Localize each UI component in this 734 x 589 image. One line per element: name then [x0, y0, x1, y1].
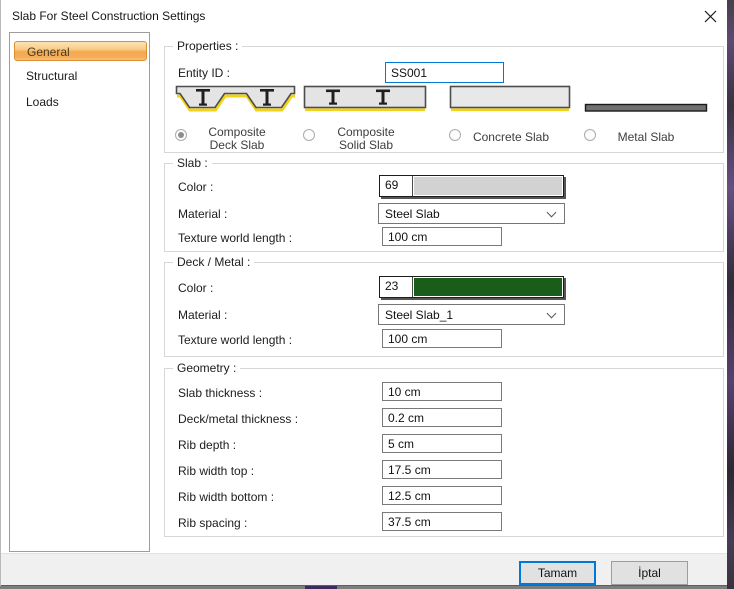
deck-color-swatch — [414, 278, 562, 296]
close-icon — [704, 10, 716, 22]
chevron-down-icon — [546, 308, 557, 319]
slab-texture-label: Texture world length : — [178, 231, 293, 245]
sidebar-item-general[interactable]: General — [14, 41, 147, 61]
rib-width-bottom-label: Rib width bottom : — [178, 490, 275, 504]
deck-color-picker[interactable]: 23 — [379, 276, 564, 298]
radio-label-composite-solid: Composite Solid Slab — [337, 125, 395, 152]
slab-group: Slab : Color : 69 Material : Steel Slab … — [164, 156, 724, 252]
entity-id-input[interactable] — [385, 62, 504, 83]
rib-width-top-label: Rib width top : — [178, 464, 255, 478]
slab-type-option-concrete[interactable]: Concrete Slab — [449, 85, 573, 175]
entity-id-label: Entity ID : — [178, 66, 231, 80]
geometry-group: Geometry : Slab thickness : Deck/metal t… — [164, 361, 724, 537]
deck-color-label: Color : — [178, 281, 214, 295]
metal-slab-image — [584, 103, 708, 112]
slab-settings-dialog: Slab For Steel Construction Settings Gen… — [0, 0, 728, 586]
deck-metal-group: Deck / Metal : Color : 23 Material : Ste… — [164, 255, 724, 357]
deck-material-label: Material : — [178, 308, 228, 322]
footer-bar: Tamam İptal — [1, 553, 728, 585]
slab-color-picker[interactable]: 69 — [379, 175, 564, 197]
geometry-group-legend: Geometry : — [173, 361, 241, 375]
rib-depth-label: Rib depth : — [178, 438, 237, 452]
rib-width-bottom-input[interactable] — [382, 486, 502, 505]
chevron-down-icon — [546, 207, 557, 218]
slab-thickness-label: Slab thickness : — [178, 386, 263, 400]
sidebar: General Structural Loads — [9, 32, 150, 552]
rib-width-top-input[interactable] — [382, 460, 502, 479]
radio-label-composite-deck: Composite Deck Slab — [208, 125, 266, 152]
slab-material-label: Material : — [178, 207, 228, 221]
deck-material-value: Steel Slab_1 — [385, 307, 454, 322]
slab-type-option-metal[interactable]: Metal Slab — [584, 85, 708, 175]
sidebar-item-loads[interactable]: Loads — [14, 92, 147, 112]
slab-material-value: Steel Slab — [385, 206, 440, 221]
properties-group-legend: Properties : — [173, 39, 243, 53]
sidebar-item-structural[interactable]: Structural — [14, 66, 147, 86]
slab-texture-input[interactable] — [382, 227, 502, 246]
close-button[interactable] — [701, 7, 719, 25]
deck-metal-group-legend: Deck / Metal : — [173, 255, 255, 269]
title-bar: Slab For Steel Construction Settings — [1, 0, 727, 31]
composite-solid-slab-image — [303, 85, 427, 112]
cancel-button[interactable]: İptal — [611, 561, 688, 585]
deck-texture-label: Texture world length : — [178, 333, 293, 347]
slab-color-index: 69 — [380, 176, 413, 196]
deck-material-select[interactable]: Steel Slab_1 — [378, 304, 565, 325]
deck-metal-thickness-input[interactable] — [382, 408, 502, 427]
slab-type-option-composite-solid[interactable]: Composite Solid Slab — [303, 85, 429, 175]
radio-label-metal: Metal Slab — [617, 130, 675, 144]
radio-label-concrete: Concrete Slab — [472, 130, 550, 144]
slab-group-legend: Slab : — [173, 156, 212, 170]
background-window-sliver-right — [727, 0, 734, 589]
deck-metal-thickness-label: Deck/metal thickness : — [178, 412, 299, 426]
slab-color-label: Color : — [178, 180, 214, 194]
properties-group: Properties : Entity ID : Composite Deck … — [164, 39, 724, 153]
rib-spacing-label: Rib spacing : — [178, 516, 248, 530]
slab-material-select[interactable]: Steel Slab — [378, 203, 565, 224]
dialog-title: Slab For Steel Construction Settings — [12, 9, 206, 23]
deck-color-index: 23 — [380, 277, 413, 297]
deck-texture-input[interactable] — [382, 329, 502, 348]
composite-deck-slab-image — [175, 85, 296, 112]
rib-spacing-input[interactable] — [382, 512, 502, 531]
slab-thickness-input[interactable] — [382, 382, 502, 401]
ok-button[interactable]: Tamam — [519, 561, 596, 585]
slab-color-swatch — [414, 177, 562, 195]
rib-depth-input[interactable] — [382, 434, 502, 453]
concrete-slab-image — [449, 85, 571, 112]
